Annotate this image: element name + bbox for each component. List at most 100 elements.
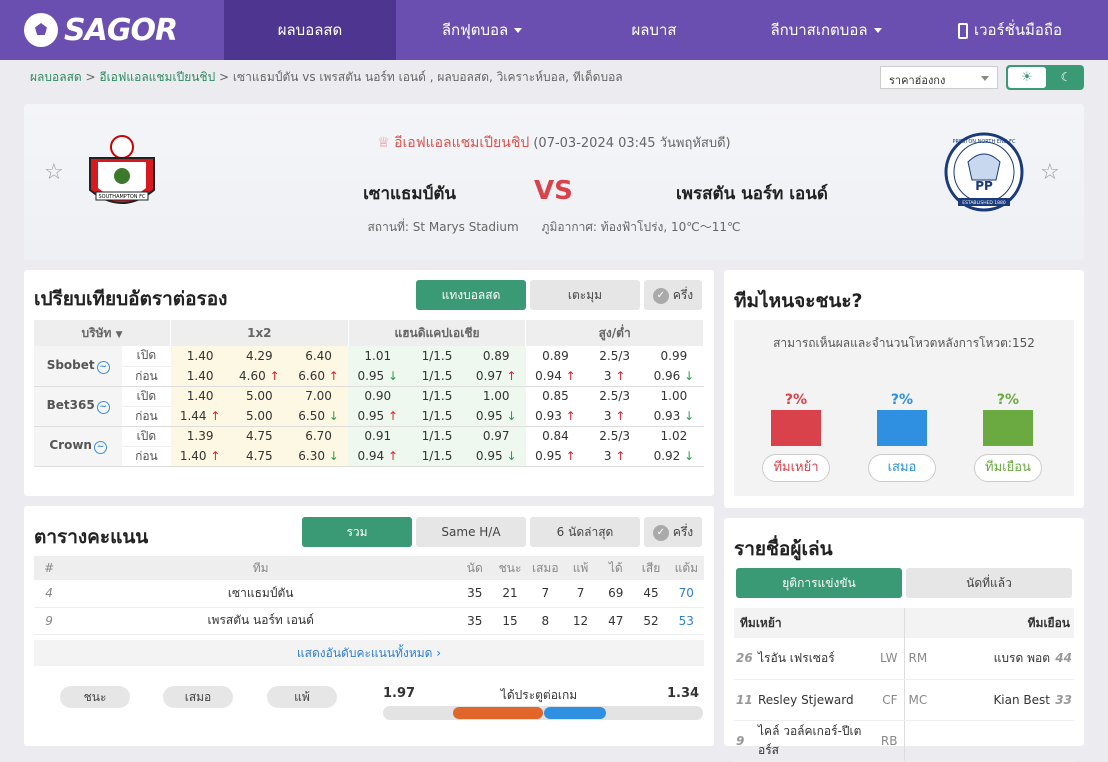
player-name[interactable]: ไคล์ วอล์คเกอร์-ปีเตอร์ส bbox=[758, 720, 868, 762]
sagor-logo[interactable]: SAGOR bbox=[24, 12, 184, 48]
tab-last-6[interactable]: 6 นัดล่าสุด bbox=[530, 517, 640, 547]
half-toggle[interactable]: ✓ ครึ่ง bbox=[644, 280, 702, 310]
half-toggle[interactable]: ✓ ครึ่ง bbox=[644, 517, 702, 547]
standings-col-header: ได้ bbox=[598, 556, 634, 580]
league-name[interactable]: อีเอฟแอลแชมเปียนชิป bbox=[394, 135, 529, 151]
odds-value: 4.75 bbox=[229, 426, 289, 446]
filter-draw[interactable]: เสมอ bbox=[163, 686, 233, 708]
bookmaker-cell[interactable]: Crown ~ bbox=[34, 426, 123, 467]
standings-cell: 35 bbox=[457, 607, 493, 635]
lineup-row: 9 ไคล์ วอล์คเกอร์-ปีเตอร์ส RB bbox=[734, 720, 1074, 762]
nav-mobile-version[interactable]: เวอร์ชั่นมือถือ bbox=[912, 0, 1108, 60]
odds-value: 0.95 bbox=[348, 406, 408, 427]
tab-overall[interactable]: รวม bbox=[302, 517, 412, 547]
football-icon bbox=[24, 13, 58, 47]
col-asian-handicap: แฮนดิแคปเอเชีย bbox=[348, 320, 527, 346]
odds-value: 0.95 bbox=[348, 366, 408, 387]
bookmaker-name: Bet365 bbox=[46, 398, 95, 412]
odds-value: 6.50 bbox=[288, 406, 349, 427]
player-number bbox=[1050, 720, 1074, 762]
players-card: รายชื่อผู้เล่น ยุติการแข่งขัน นัดที่แล้ว… bbox=[724, 518, 1084, 762]
sun-icon[interactable]: ☀ bbox=[1008, 67, 1046, 88]
crest-text: PP bbox=[975, 179, 993, 193]
filter-loss[interactable]: แพ้ bbox=[267, 686, 337, 708]
breadcrumb-home[interactable]: ผลบอลสด bbox=[30, 70, 82, 84]
vote-draw-button[interactable]: เสมอ bbox=[868, 454, 936, 482]
standings-col-header: ทีม bbox=[64, 556, 458, 580]
tab-ended[interactable]: ยุติการแข่งขัน bbox=[736, 568, 902, 598]
favorite-star-icon[interactable]: ☆ bbox=[1040, 160, 1060, 185]
odds-value: 1.00 bbox=[466, 386, 526, 406]
odds-value: 1.39 bbox=[170, 426, 230, 446]
odds-value: 1.01 bbox=[348, 346, 408, 366]
standings-title: ตารางคะแนน bbox=[34, 526, 149, 548]
show-all-standings-link[interactable]: แสดงอันดับคะแนนทั้งหมด › bbox=[34, 640, 704, 666]
moon-icon[interactable]: ☾ bbox=[1050, 67, 1082, 88]
odds-value: 1.40 bbox=[170, 386, 230, 406]
home-team-name[interactable]: เซาแธมป์ตัน bbox=[363, 180, 456, 207]
odds-format-select[interactable]: ราคาฮ่องกง bbox=[880, 66, 998, 89]
theme-toggle[interactable]: ☀ ☾ bbox=[1006, 65, 1084, 90]
team-name: เพรสตัน นอร์ท เอนด์ bbox=[64, 607, 458, 635]
match-header: ☆ ☆ SOUTHAMPTON FC PRESTON NORTH END FC … bbox=[24, 104, 1084, 260]
player-number: 44 bbox=[1050, 638, 1074, 680]
vote-away-button[interactable]: ทีมเยือน bbox=[974, 454, 1042, 482]
tab-same-ha[interactable]: Same H/A bbox=[416, 517, 526, 547]
nav-football-leagues[interactable]: ลีกฟุตบอล bbox=[396, 0, 568, 60]
tab-corners[interactable]: เตะมุม bbox=[530, 280, 640, 310]
odds-value: 1/1.5 bbox=[407, 346, 467, 366]
player-number: 11 bbox=[734, 679, 758, 721]
lineup-row: 26 ไรอัน เฟรเซอร์ LW RM แบรด พอต 44 bbox=[734, 638, 1074, 680]
breadcrumb: ผลบอลสด > อีเอฟแอลแชมเปียนชิป > เซาแธมป์… bbox=[30, 70, 623, 84]
table-row[interactable]: 4 เซาแธมป์ตัน 35 21 7 7 69 45 70 bbox=[34, 580, 704, 608]
nav-basketball-results[interactable]: ผลบาส bbox=[568, 0, 740, 60]
nav-basketball-leagues[interactable]: ลีกบาสเกตบอล bbox=[740, 0, 912, 60]
player-name[interactable]: Resley Stjeward bbox=[758, 679, 868, 721]
odds-value: 4.29 bbox=[229, 346, 289, 366]
odds-title: เปรียบเทียบอัตราต่อรอง bbox=[34, 288, 228, 310]
prediction-card: ทีมไหนจะชนะ? สามารถเห็นผลและจำนวนโหวตหลั… bbox=[724, 270, 1084, 508]
nav-live-scores[interactable]: ผลบอลสด bbox=[224, 0, 396, 60]
standings-cell: 21 bbox=[492, 580, 528, 608]
odds-value: 6.30 bbox=[288, 446, 349, 467]
odds-row-label: ก่อน bbox=[122, 366, 171, 387]
odds-value: 2.5/3 bbox=[599, 429, 631, 444]
odds-value: 6.40 bbox=[288, 346, 349, 366]
standings-col-header: เสมอ bbox=[527, 556, 563, 580]
away-vote-bar bbox=[983, 410, 1033, 446]
odds-value: 0.97 bbox=[466, 366, 526, 387]
col-company[interactable]: บริษัท ▼ bbox=[34, 320, 171, 346]
player-name[interactable]: Kian Best bbox=[940, 679, 1050, 721]
odds-value: 6.70 bbox=[288, 426, 349, 446]
player-position bbox=[904, 720, 940, 762]
bookmaker-cell[interactable]: Sbobet ~ bbox=[34, 346, 123, 387]
favorite-star-icon[interactable]: ☆ bbox=[44, 160, 64, 185]
odds-value: 0.92 bbox=[644, 446, 704, 467]
odds-value: 4.60 bbox=[229, 366, 289, 387]
player-name[interactable] bbox=[940, 720, 1050, 762]
table-row[interactable]: 9 เพรสตัน นอร์ท เอนด์ 35 15 8 12 47 52 53 bbox=[34, 607, 704, 635]
goals-per-game-label: ได้ประตูต่อเกม bbox=[500, 688, 578, 702]
vote-home-button[interactable]: ทีมเหย้า bbox=[762, 454, 830, 482]
home-percent: ?% bbox=[784, 392, 808, 408]
col-label: บริษัท bbox=[81, 325, 112, 340]
player-position: MC bbox=[904, 679, 940, 721]
player-name[interactable]: ไรอัน เฟรเซอร์ bbox=[758, 638, 868, 680]
odds-row: ก่อน1.445.006.500.951/1.50.950.9330.93 bbox=[34, 406, 704, 427]
match-meta: สถานที่: St Marys Stadium ภูมิอากาศ: ท้อ… bbox=[24, 218, 1084, 237]
odds-row: ก่อน1.404.606.600.951/1.50.970.9430.96 bbox=[34, 366, 704, 387]
vs-label: VS bbox=[534, 176, 573, 206]
breadcrumb-current: เซาแธมป์ตัน vs เพรสตัน นอร์ท เอนด์ , ผลบ… bbox=[232, 70, 623, 84]
away-team-name[interactable]: เพรสตัน นอร์ท เอนด์ bbox=[676, 180, 828, 207]
tab-live-odds[interactable]: แทงบอลสด bbox=[416, 280, 526, 310]
player-name[interactable]: แบรด พอต bbox=[940, 638, 1050, 680]
player-position: RM bbox=[904, 638, 940, 680]
top-nav: SAGOR ผลบอลสด ลีกฟุตบอล ผลบาส ลีกบาสเกตบ… bbox=[0, 0, 1108, 60]
standings-cell: 47 bbox=[598, 607, 634, 635]
filter-win[interactable]: ชนะ bbox=[60, 686, 130, 708]
standings-cell: 52 bbox=[633, 607, 669, 635]
breadcrumb-league[interactable]: อีเอฟแอลแชมเปียนชิป bbox=[99, 70, 215, 84]
odds-value: 1.40 bbox=[170, 446, 230, 467]
tab-last-match[interactable]: นัดที่แล้ว bbox=[906, 568, 1072, 598]
bookmaker-cell[interactable]: Bet365 ~ bbox=[34, 386, 123, 427]
